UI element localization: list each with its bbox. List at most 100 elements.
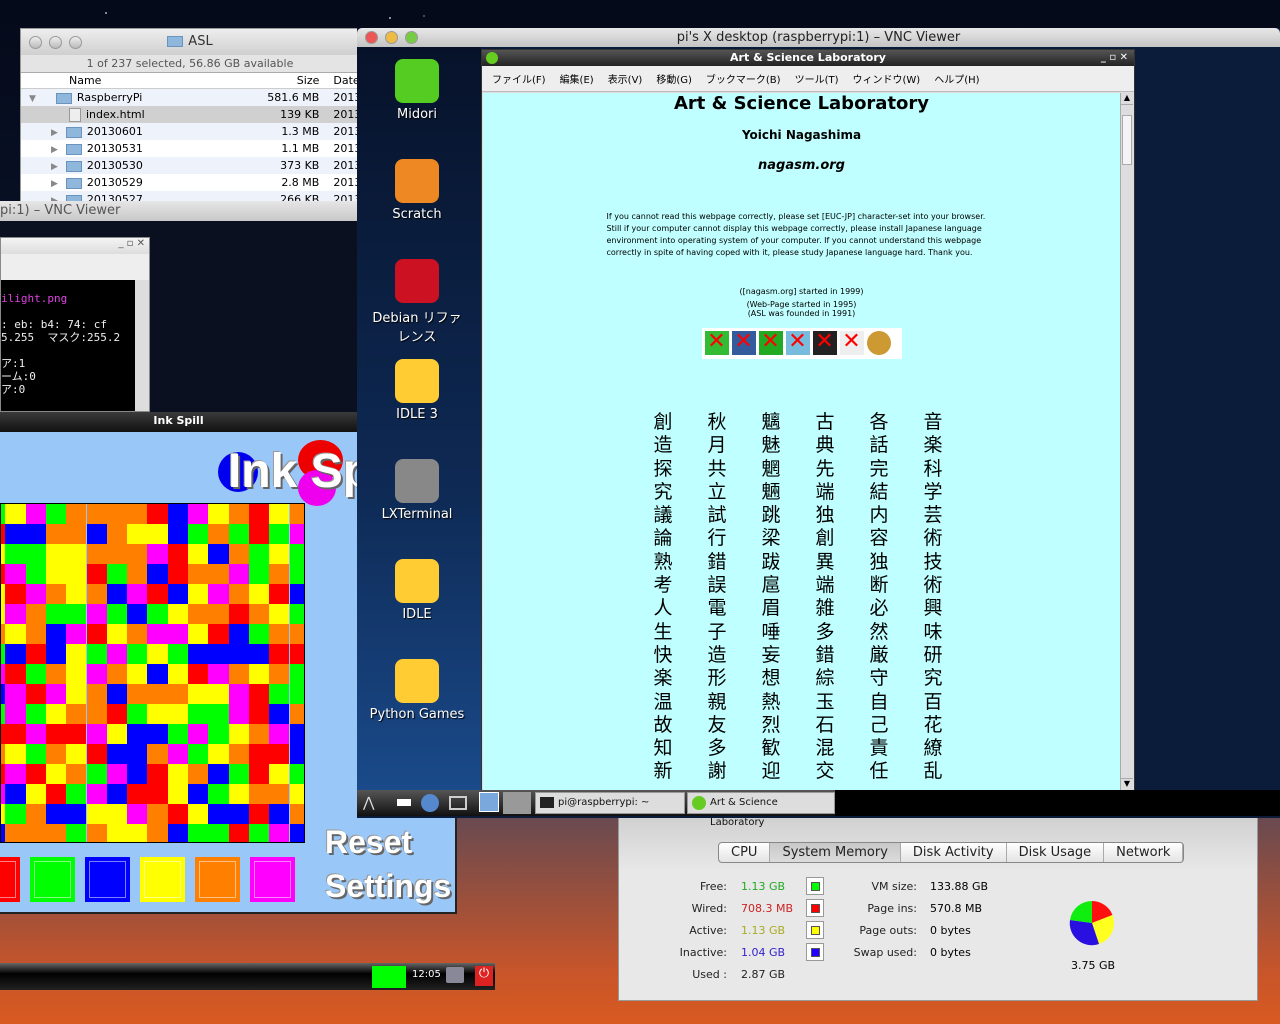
- browser-launch-icon[interactable]: [421, 794, 439, 812]
- kanji-char: 独: [815, 504, 835, 527]
- desktop-icon-scratch[interactable]: Scratch: [357, 159, 477, 222]
- menu-item[interactable]: 表示(V): [608, 71, 643, 86]
- social-icon[interactable]: ✕: [704, 331, 729, 355]
- color-button-Y[interactable]: [140, 857, 185, 902]
- disclosure-icon[interactable]: ▶: [51, 145, 58, 155]
- window-controls[interactable]: _ ▫ ✕: [1, 238, 149, 254]
- desktop-icon-debian[interactable]: Debian リファレンス: [357, 259, 477, 345]
- board-cell: [127, 624, 148, 644]
- windows-icon[interactable]: [449, 796, 467, 810]
- desktop-icon-python[interactable]: Python Games: [357, 659, 477, 722]
- disclosure-open-icon[interactable]: ▼: [29, 94, 36, 104]
- file-name: index.html: [86, 108, 145, 121]
- file-date: 2013: [333, 142, 359, 155]
- board-cell: [127, 824, 148, 842]
- tab-disk-usage[interactable]: Disk Usage: [1007, 843, 1105, 862]
- menu-item[interactable]: ヘルプ(H): [934, 71, 979, 86]
- disclosure-icon[interactable]: ▶: [51, 162, 58, 172]
- board-cell: [66, 584, 87, 604]
- desktop-icon-idle[interactable]: IDLE 3: [357, 359, 477, 422]
- kanji-char: 熟: [653, 550, 673, 573]
- file-row[interactable]: ▶ 20130529 2.8 MB 2013: [21, 174, 359, 191]
- zoom-button[interactable]: [405, 31, 418, 44]
- color-swatch[interactable]: [806, 877, 824, 895]
- color-button-O[interactable]: [195, 857, 240, 902]
- board-cell: [106, 724, 128, 744]
- board-cell: [5, 764, 26, 784]
- scrollbar[interactable]: [135, 280, 149, 411]
- file-row[interactable]: ▶ 20130530 373 KB 2013: [21, 157, 359, 174]
- menu-item[interactable]: ファイル(F): [492, 71, 546, 86]
- color-swatch[interactable]: [806, 899, 824, 917]
- social-icon[interactable]: [866, 331, 891, 355]
- tab-disk-activity[interactable]: Disk Activity: [901, 843, 1007, 862]
- disclosure-icon[interactable]: ▶: [51, 179, 58, 189]
- kanji-char: 興: [923, 597, 943, 620]
- task-browser[interactable]: Art & Science Laboratory: [687, 792, 835, 828]
- file-row[interactable]: ▼ RaspberryPi 581.6 MB 2013: [21, 89, 359, 106]
- color-button-R[interactable]: [0, 857, 20, 902]
- menu-item[interactable]: ツール(T): [795, 71, 839, 86]
- lock-screen-icon[interactable]: [446, 967, 464, 983]
- menu-bar: ファイル(F) 編集(E) 表示(V) 移動(G) ブックマーク(B) ツール(T) ウィン…: [482, 66, 1134, 92]
- board-cell: [86, 684, 107, 704]
- site-link[interactable]: nagasm.org: [483, 158, 1120, 173]
- browser-titlebar[interactable]: Art & Science Laboratory _ ▫ ✕: [482, 50, 1134, 66]
- kanji-char: 梁: [761, 527, 781, 550]
- close-button[interactable]: [365, 31, 378, 44]
- col-date[interactable]: Date: [329, 73, 359, 88]
- color-button-M[interactable]: [250, 857, 295, 902]
- vnc-titlebar[interactable]: pi's X desktop (raspberrypi:1) – VNC Vie…: [357, 28, 1280, 47]
- workspace-2[interactable]: [503, 792, 531, 814]
- file-row[interactable]: ▶ 20130531 1.1 MB 2013: [21, 140, 359, 157]
- close-button[interactable]: [29, 36, 42, 49]
- file-row[interactable]: ▶ 20130601 1.3 MB 2013: [21, 123, 359, 140]
- social-icon[interactable]: ✕: [758, 331, 783, 355]
- menu-item[interactable]: 編集(E): [560, 71, 594, 86]
- color-swatch[interactable]: [806, 921, 824, 939]
- zoom-button[interactable]: [69, 36, 82, 49]
- board-cell: [208, 784, 229, 804]
- settings-button[interactable]: Settings: [325, 868, 451, 905]
- window-controls[interactable]: _ ▫ ✕: [1101, 50, 1128, 66]
- desktop-icon-idle[interactable]: IDLE: [357, 559, 477, 622]
- vm-label: Page outs:: [859, 924, 917, 937]
- social-icon[interactable]: ✕: [731, 331, 756, 355]
- finder-titlebar[interactable]: ASL: [21, 29, 359, 55]
- color-button-G[interactable]: [30, 857, 75, 902]
- minimize-button[interactable]: [385, 31, 398, 44]
- power-icon[interactable]: ⏻: [475, 966, 493, 986]
- tab-system-memory[interactable]: System Memory: [770, 843, 901, 862]
- desktop-icon-midori[interactable]: Midori: [357, 59, 477, 122]
- board-cell: [167, 784, 188, 804]
- show-desktop-icon[interactable]: [397, 799, 411, 806]
- file-row[interactable]: index.html 139 KB 2013: [21, 106, 359, 123]
- social-icon[interactable]: ✕: [839, 331, 864, 355]
- board-cell: [147, 764, 168, 784]
- vertical-scrollbar[interactable]: ▲ ▼: [1120, 93, 1133, 790]
- color-button-B[interactable]: [85, 857, 130, 902]
- kanji-char: 歓: [761, 737, 781, 760]
- star: [423, 15, 426, 18]
- tab-network[interactable]: Network: [1104, 843, 1184, 862]
- col-name[interactable]: Name: [21, 73, 244, 88]
- disclosure-icon[interactable]: ▶: [51, 128, 58, 138]
- tab-cpu[interactable]: CPU: [719, 843, 771, 862]
- color-swatch[interactable]: [806, 943, 824, 961]
- minimize-button[interactable]: [49, 36, 62, 49]
- scroll-thumb[interactable]: [1122, 115, 1132, 165]
- board-cell: [45, 704, 67, 724]
- game-board[interactable]: [0, 503, 305, 843]
- desktop-icon-lxterminal[interactable]: LXTerminal: [357, 459, 477, 522]
- reset-button[interactable]: Reset: [325, 824, 412, 861]
- social-icon[interactable]: ✕: [785, 331, 810, 355]
- left-vnc-titlebar[interactable]: pi:1) – VNC Viewer: [0, 201, 357, 221]
- task-terminal[interactable]: pi@raspberrypi: ~: [535, 792, 685, 814]
- menu-launcher-icon[interactable]: ⋀: [363, 795, 374, 811]
- workspace-1[interactable]: [479, 792, 499, 812]
- menu-item[interactable]: ブックマーク(B): [706, 71, 781, 86]
- social-icon[interactable]: ✕: [812, 331, 837, 355]
- col-size[interactable]: Size: [244, 73, 329, 88]
- menu-item[interactable]: 移動(G): [656, 71, 692, 86]
- menu-item[interactable]: ウィンドウ(W): [853, 71, 921, 86]
